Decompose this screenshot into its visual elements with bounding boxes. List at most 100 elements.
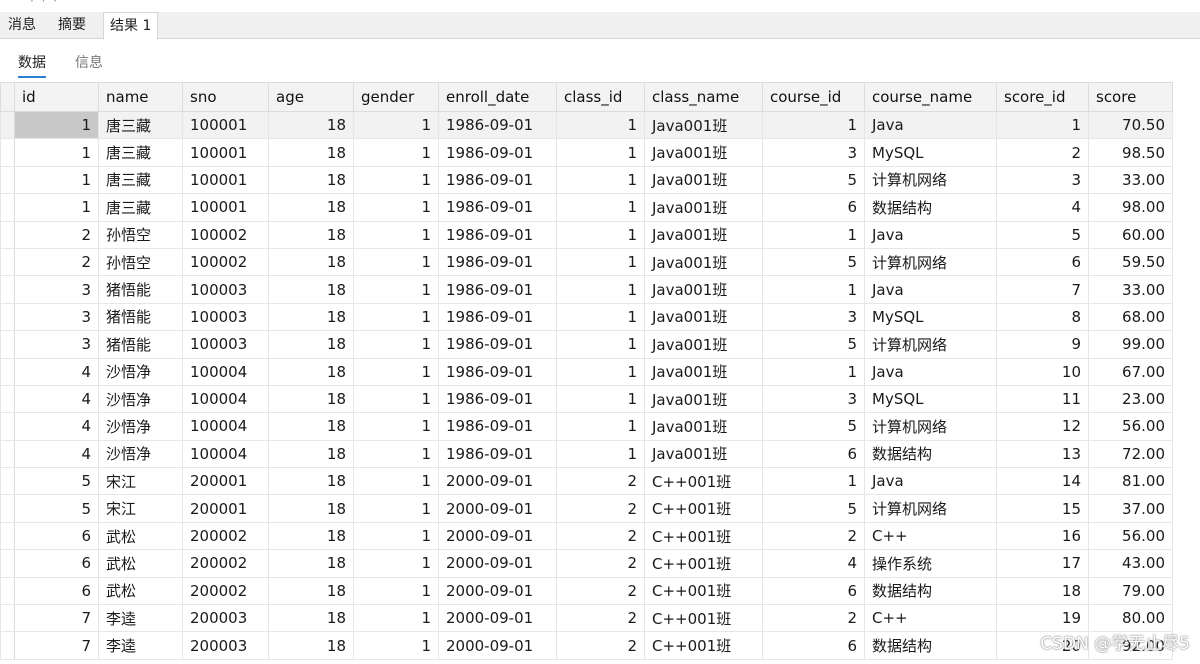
cell-class-id[interactable]: 1 <box>556 330 645 359</box>
column-header-age[interactable]: age <box>268 82 354 112</box>
cell-score-id[interactable]: 9 <box>996 330 1089 359</box>
row-selector[interactable] <box>0 220 15 249</box>
cell-score[interactable]: 70.50 <box>1088 110 1173 140</box>
cell-score[interactable]: 98.50 <box>1088 138 1173 167</box>
cell-name[interactable]: 唐三藏 <box>98 110 183 140</box>
cell-score[interactable]: 68.00 <box>1088 302 1173 332</box>
cell-course-id[interactable]: 1 <box>762 220 865 249</box>
cell-id[interactable]: 4 <box>14 384 99 414</box>
cell-name[interactable]: 武松 <box>98 576 183 606</box>
cell-sno[interactable]: 200002 <box>182 549 269 578</box>
cell-score-id[interactable]: 8 <box>996 302 1089 332</box>
tab-messages[interactable]: 消息 <box>2 12 42 39</box>
cell-course-id[interactable]: 1 <box>762 467 865 496</box>
column-header-class-id[interactable]: class_id <box>556 82 645 112</box>
cell-gender[interactable]: 1 <box>353 193 439 222</box>
cell-id[interactable]: 3 <box>14 302 99 332</box>
cell-id[interactable]: 7 <box>14 631 99 660</box>
row-selector[interactable] <box>0 549 15 578</box>
cell-name[interactable]: 孙悟空 <box>98 247 183 277</box>
cell-class-name[interactable]: Java001班 <box>644 439 763 469</box>
cell-class-id[interactable]: 1 <box>556 275 645 304</box>
cell-course-name[interactable]: Java <box>864 275 997 304</box>
subtab-info[interactable]: 信息 <box>75 52 103 76</box>
cell-sno[interactable]: 100001 <box>182 193 269 222</box>
row-selector[interactable] <box>0 165 15 195</box>
cell-gender[interactable]: 1 <box>353 220 439 249</box>
cell-age[interactable]: 18 <box>268 412 354 441</box>
cell-sno[interactable]: 200003 <box>182 631 269 660</box>
cell-sno[interactable]: 100003 <box>182 302 269 332</box>
cell-name[interactable]: 猪悟能 <box>98 302 183 332</box>
column-header-name[interactable]: name <box>98 82 183 112</box>
cell-course-id[interactable]: 6 <box>762 631 865 660</box>
cell-gender[interactable]: 1 <box>353 549 439 578</box>
cell-course-id[interactable]: 1 <box>762 110 865 140</box>
cell-score[interactable]: 59.50 <box>1088 247 1173 277</box>
cell-score[interactable]: 43.00 <box>1088 549 1173 578</box>
column-header-course-name[interactable]: course_name <box>864 82 997 112</box>
cell-course-id[interactable]: 4 <box>762 549 865 578</box>
cell-id[interactable]: 5 <box>14 494 99 523</box>
cell-sno[interactable]: 100001 <box>182 138 269 167</box>
cell-score[interactable]: 72.00 <box>1088 439 1173 469</box>
table-row[interactable]: 3 猪悟能 100003 18 1 1986-09-01 1 Java001班 5 计算机网络 9 9… <box>0 330 1173 359</box>
cell-course-name[interactable]: 计算机网络 <box>864 412 997 441</box>
cell-age[interactable]: 18 <box>268 631 354 660</box>
cell-class-name[interactable]: Java001班 <box>644 110 763 140</box>
cell-name[interactable]: 猪悟能 <box>98 275 183 304</box>
cell-score-id[interactable]: 13 <box>996 439 1089 469</box>
cell-name[interactable]: 李逵 <box>98 604 183 633</box>
cell-age[interactable]: 18 <box>268 357 354 386</box>
table-row[interactable]: 4 沙悟净 100004 18 1 1986-09-01 1 Java001班 6 数据结构 13 7… <box>0 439 1173 469</box>
cell-course-id[interactable]: 5 <box>762 412 865 441</box>
cell-course-id[interactable]: 5 <box>762 330 865 359</box>
table-row[interactable]: 2 孙悟空 100002 18 1 1986-09-01 1 Java001班 5 计算机网络 6 5… <box>0 247 1173 277</box>
table-row[interactable]: 1 唐三藏 100001 18 1 1986-09-01 1 Java001班 5 计算机网络 3 3… <box>0 165 1173 195</box>
cell-course-name[interactable]: C++ <box>864 521 997 551</box>
cell-id[interactable]: 6 <box>14 576 99 606</box>
cell-gender[interactable]: 1 <box>353 275 439 304</box>
table-row[interactable]: 7 李逵 200003 18 1 2000-09-01 2 C++001班 6 数据结构 20 92.… <box>0 631 1173 660</box>
cell-score-id[interactable]: 19 <box>996 604 1089 633</box>
cell-score-id[interactable]: 7 <box>996 275 1089 304</box>
column-header-course-id[interactable]: course_id <box>762 82 865 112</box>
cell-id[interactable]: 6 <box>14 549 99 578</box>
cell-class-name[interactable]: Java001班 <box>644 220 763 249</box>
cell-class-name[interactable]: Java001班 <box>644 193 763 222</box>
cell-gender[interactable]: 1 <box>353 521 439 551</box>
cell-class-name[interactable]: Java001班 <box>644 302 763 332</box>
cell-name[interactable]: 唐三藏 <box>98 138 183 167</box>
cell-class-id[interactable]: 1 <box>556 138 645 167</box>
cell-enroll-date[interactable]: 1986-09-01 <box>438 302 557 332</box>
cell-score[interactable]: 33.00 <box>1088 275 1173 304</box>
row-selector[interactable] <box>0 357 15 386</box>
cell-name[interactable]: 沙悟净 <box>98 384 183 414</box>
column-header-enroll-date[interactable]: enroll_date <box>438 82 557 112</box>
cell-enroll-date[interactable]: 1986-09-01 <box>438 439 557 469</box>
cell-id[interactable]: 6 <box>14 521 99 551</box>
cell-score-id[interactable]: 12 <box>996 412 1089 441</box>
cell-score[interactable]: 81.00 <box>1088 467 1173 496</box>
row-selector[interactable] <box>0 494 15 523</box>
cell-course-name[interactable]: 计算机网络 <box>864 494 997 523</box>
cell-class-name[interactable]: C++001班 <box>644 604 763 633</box>
cell-class-name[interactable]: Java001班 <box>644 384 763 414</box>
row-selector[interactable] <box>0 439 15 469</box>
cell-sno[interactable]: 200001 <box>182 494 269 523</box>
cell-course-id[interactable]: 5 <box>762 165 865 195</box>
cell-class-name[interactable]: C++001班 <box>644 549 763 578</box>
cell-course-name[interactable]: MySQL <box>864 384 997 414</box>
tab-result-1[interactable]: 结果 1 <box>103 12 159 40</box>
cell-class-id[interactable]: 1 <box>556 412 645 441</box>
cell-gender[interactable]: 1 <box>353 357 439 386</box>
row-selector[interactable] <box>0 330 15 359</box>
cell-class-id[interactable]: 1 <box>556 439 645 469</box>
cell-score[interactable]: 80.00 <box>1088 604 1173 633</box>
cell-score[interactable]: 56.00 <box>1088 521 1173 551</box>
cell-score[interactable]: 60.00 <box>1088 220 1173 249</box>
cell-age[interactable]: 18 <box>268 604 354 633</box>
cell-age[interactable]: 18 <box>268 275 354 304</box>
cell-sno[interactable]: 100004 <box>182 412 269 441</box>
cell-age[interactable]: 18 <box>268 549 354 578</box>
